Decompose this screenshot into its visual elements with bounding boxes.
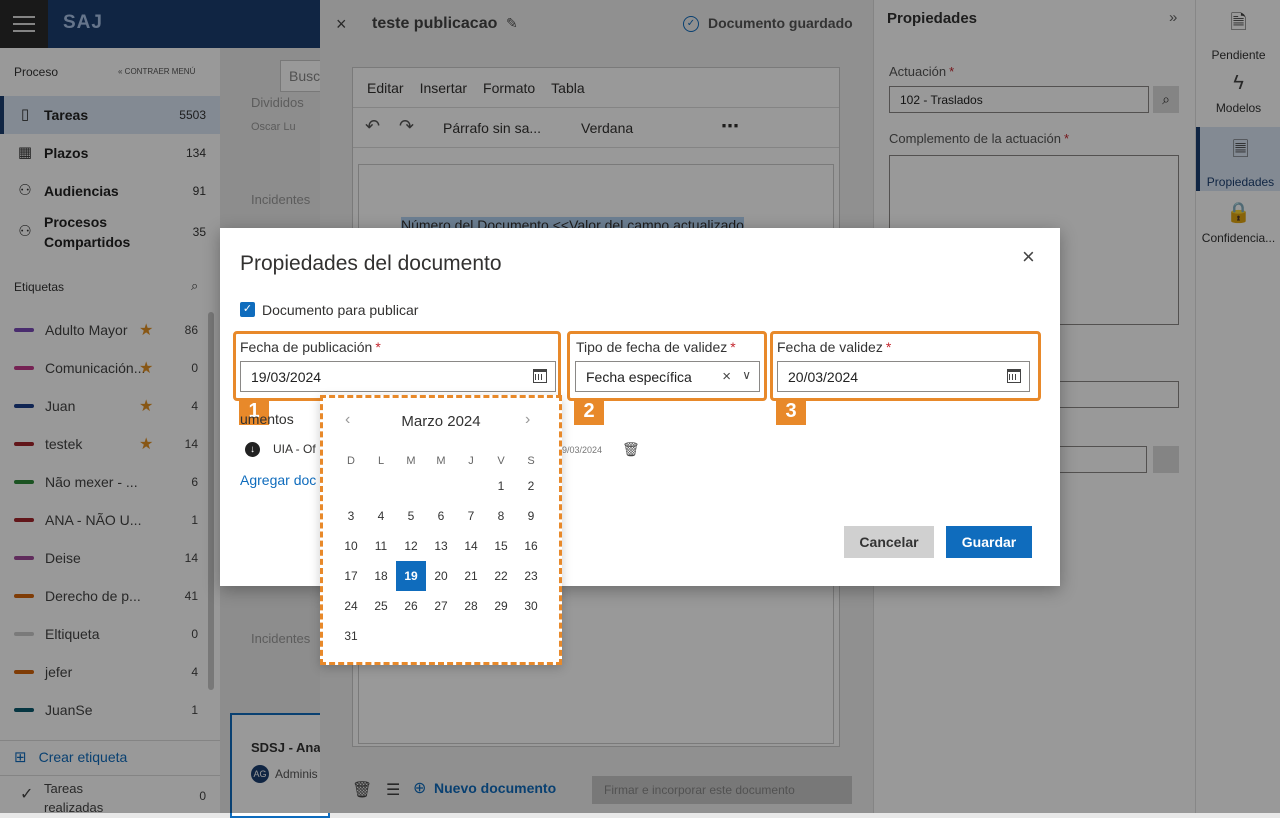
close-icon[interactable]: × bbox=[1022, 244, 1035, 270]
selected-day[interactable]: 19 bbox=[396, 561, 426, 591]
pub-date-value: 19/03/2024 bbox=[251, 368, 322, 385]
calendar-day[interactable]: 14 bbox=[456, 531, 486, 561]
calendar-day[interactable]: 2 bbox=[516, 471, 546, 501]
validity-date-value: 20/03/2024 bbox=[788, 368, 859, 385]
calendar-day[interactable]: 12 bbox=[396, 531, 426, 561]
calendar-day[interactable]: 25 bbox=[366, 591, 396, 621]
calendar-icon[interactable] bbox=[533, 369, 547, 383]
cancel-button[interactable]: Cancelar bbox=[844, 526, 934, 558]
calendar-day[interactable]: 16 bbox=[516, 531, 546, 561]
calendar-day[interactable]: 9 bbox=[516, 501, 546, 531]
calendar-day[interactable]: 11 bbox=[366, 531, 396, 561]
document-date: 9/03/2024 bbox=[562, 445, 603, 455]
validity-date-label: Fecha de validez * bbox=[777, 339, 892, 355]
download-icon[interactable]: ↓ bbox=[245, 442, 260, 457]
calendar-day[interactable]: 29 bbox=[486, 591, 516, 621]
calendar-day[interactable]: 3 bbox=[336, 501, 366, 531]
calendar-day[interactable]: 5 bbox=[396, 501, 426, 531]
calendar-day[interactable]: 13 bbox=[426, 531, 456, 561]
validity-type-label: Tipo de fecha de validez * bbox=[576, 339, 736, 355]
calendar-day[interactable]: 23 bbox=[516, 561, 546, 591]
pub-date-label: Fecha de publicación * bbox=[240, 339, 381, 355]
trash-icon[interactable]: 🗑 bbox=[622, 441, 640, 458]
add-document-link[interactable]: Agregar doc bbox=[240, 472, 316, 488]
save-button[interactable]: Guardar bbox=[946, 526, 1032, 558]
month-label: Marzo 2024 bbox=[401, 413, 481, 430]
calendar-day[interactable]: 31 bbox=[336, 621, 366, 651]
publish-checkbox[interactable]: ✓ bbox=[240, 302, 255, 317]
calendar-icon[interactable] bbox=[1007, 369, 1021, 383]
validity-date-input[interactable]: 20/03/2024 bbox=[777, 361, 1030, 392]
weekday-label: D bbox=[347, 455, 355, 467]
clear-icon[interactable]: × bbox=[722, 368, 731, 385]
calendar-day[interactable]: 10 bbox=[336, 531, 366, 561]
calendar-grid: D L M M J V S 1 2 3 4 5 6 7 8 9 10 11 12 13 14 15 16 17 18 19 20 21… bbox=[336, 446, 546, 661]
calendar-day[interactable]: 30 bbox=[516, 591, 546, 621]
dialog-title: Propiedades del documento bbox=[240, 252, 502, 275]
pub-date-input[interactable]: 19/03/2024 bbox=[240, 361, 556, 392]
calendar-day[interactable]: 7 bbox=[456, 501, 486, 531]
calendar-day[interactable]: 6 bbox=[426, 501, 456, 531]
calendar-day[interactable]: 21 bbox=[456, 561, 486, 591]
validity-type-value: Fecha específica bbox=[586, 368, 692, 385]
calendar-day[interactable]: 15 bbox=[486, 531, 516, 561]
weekday-label: L bbox=[377, 455, 385, 467]
calendar-day[interactable]: 27 bbox=[426, 591, 456, 621]
calendar-day[interactable]: 8 bbox=[486, 501, 516, 531]
calendar-day[interactable]: 4 bbox=[366, 501, 396, 531]
calendar-day[interactable]: 20 bbox=[426, 561, 456, 591]
weekday-label: M bbox=[436, 455, 446, 467]
calendar-day[interactable]: 17 bbox=[336, 561, 366, 591]
date-picker-popup: ‹ Marzo 2024 › D L M M J V S 1 2 3 4 5 6 7 8 9 10 11 12 13 1… bbox=[320, 395, 562, 665]
validity-type-select[interactable]: Fecha específica × ∨ bbox=[575, 361, 760, 392]
step-marker-3: 3 bbox=[776, 398, 806, 425]
next-month-icon[interactable]: › bbox=[525, 411, 530, 429]
weekday-label: M bbox=[406, 455, 416, 467]
calendar-day[interactable]: 1 bbox=[486, 471, 516, 501]
chevron-down-icon[interactable]: ∨ bbox=[742, 368, 751, 382]
calendar-day[interactable]: 28 bbox=[456, 591, 486, 621]
calendar-day[interactable]: 22 bbox=[486, 561, 516, 591]
publish-checkbox-label: Documento para publicar bbox=[262, 302, 419, 318]
step-marker-2: 2 bbox=[574, 398, 604, 425]
weekday-label: J bbox=[468, 455, 474, 467]
calendar-day[interactable]: 24 bbox=[336, 591, 366, 621]
calendar-day[interactable]: 26 bbox=[396, 591, 426, 621]
calendar-day[interactable]: 18 bbox=[366, 561, 396, 591]
document-item[interactable]: UIA - Of bbox=[273, 442, 316, 456]
documents-label: umentos bbox=[240, 411, 294, 427]
